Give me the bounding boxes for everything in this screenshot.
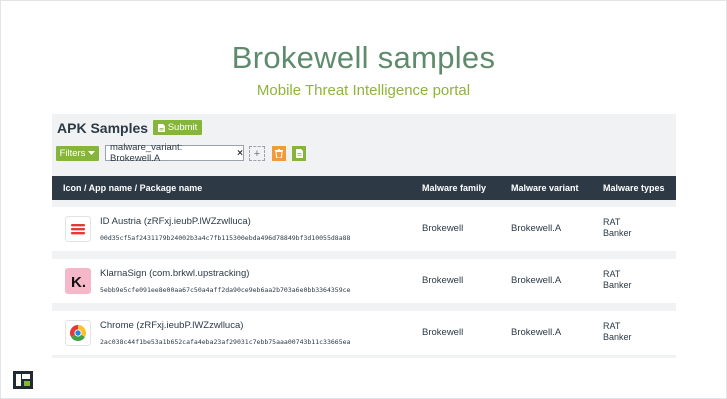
malware-family: Brokewell: [422, 275, 464, 286]
delete-button[interactable]: [272, 146, 286, 161]
app-name[interactable]: KlarnaSign (com.brkwl.upstracking): [100, 268, 249, 279]
malware-type: Banker: [603, 332, 632, 342]
malware-types: RAT Banker: [603, 217, 632, 239]
table-row[interactable]: K. KlarnaSign (com.brkwl.upstracking) 5e…: [52, 259, 676, 303]
table-header: Icon / App name / Package name Malware f…: [52, 176, 676, 200]
document-icon: [295, 149, 303, 158]
export-button[interactable]: [292, 146, 306, 161]
file-icon: [157, 123, 165, 132]
table-row[interactable]: Chrome (zRFxj.ieubP.lWZzwlluca) 2ac038c4…: [52, 311, 676, 355]
malware-types: RAT Banker: [603, 269, 632, 291]
malware-family: Brokewell: [422, 327, 464, 338]
malware-type: Banker: [603, 280, 632, 290]
malware-variant: Brokewell.A: [511, 327, 562, 338]
id-austria-icon: [65, 216, 91, 242]
chrome-icon: [65, 320, 91, 346]
sample-hash: 5ebb9e5cfe091ee8e00aa67c50a4aff2da90ce9e…: [100, 286, 351, 294]
page-title: Brokewell samples: [231, 40, 496, 75]
remove-filter-icon[interactable]: ×: [237, 148, 243, 159]
col-header-types: Malware types: [603, 183, 665, 193]
malware-type: RAT: [603, 217, 621, 227]
brand-logo-icon: [13, 371, 33, 389]
caret-down-icon: [88, 151, 96, 155]
app-name[interactable]: Chrome (zRFxj.ieubP.lWZzwlluca): [100, 320, 243, 331]
table-row[interactable]: ID Austria (zRFxj.ieubP.lWZzwlluca) 00d3…: [52, 207, 676, 251]
submit-label: Submit: [167, 122, 198, 133]
malware-variant: Brokewell.A: [511, 275, 562, 286]
svg-text:K.: K.: [71, 274, 86, 291]
filters-label: Filters: [59, 148, 86, 159]
filter-tag-label: malware_variant: Brokewell.A: [110, 142, 183, 164]
add-filter-button[interactable]: +: [249, 146, 265, 161]
malware-type: Banker: [603, 228, 632, 238]
malware-types: RAT Banker: [603, 321, 632, 343]
trash-icon: [275, 149, 283, 158]
malware-type: RAT: [603, 269, 621, 279]
sample-hash: 2ac038c44f1be53a1b652cafa4eba23af29031c7…: [100, 338, 351, 346]
filters-button[interactable]: Filters: [56, 146, 99, 161]
sample-hash: 00d35cf5af2431179b24002b3a4c7fb115300ebd…: [100, 234, 351, 242]
app-name[interactable]: ID Austria (zRFxj.ieubP.lWZzwlluca): [100, 216, 251, 227]
page-subtitle: Mobile Threat Intelligence portal: [256, 82, 471, 99]
malware-family: Brokewell: [422, 223, 464, 234]
col-header-app: Icon / App name / Package name: [63, 183, 203, 193]
col-header-variant: Malware variant: [511, 183, 579, 193]
malware-type: RAT: [603, 321, 621, 331]
klarna-icon: K.: [65, 268, 91, 294]
section-title: APK Samples: [57, 120, 149, 136]
malware-variant: Brokewell.A: [511, 223, 562, 234]
col-header-family: Malware family: [422, 183, 487, 193]
submit-button[interactable]: Submit: [153, 120, 202, 135]
filter-tag[interactable]: malware_variant: Brokewell.A ×: [105, 142, 244, 164]
